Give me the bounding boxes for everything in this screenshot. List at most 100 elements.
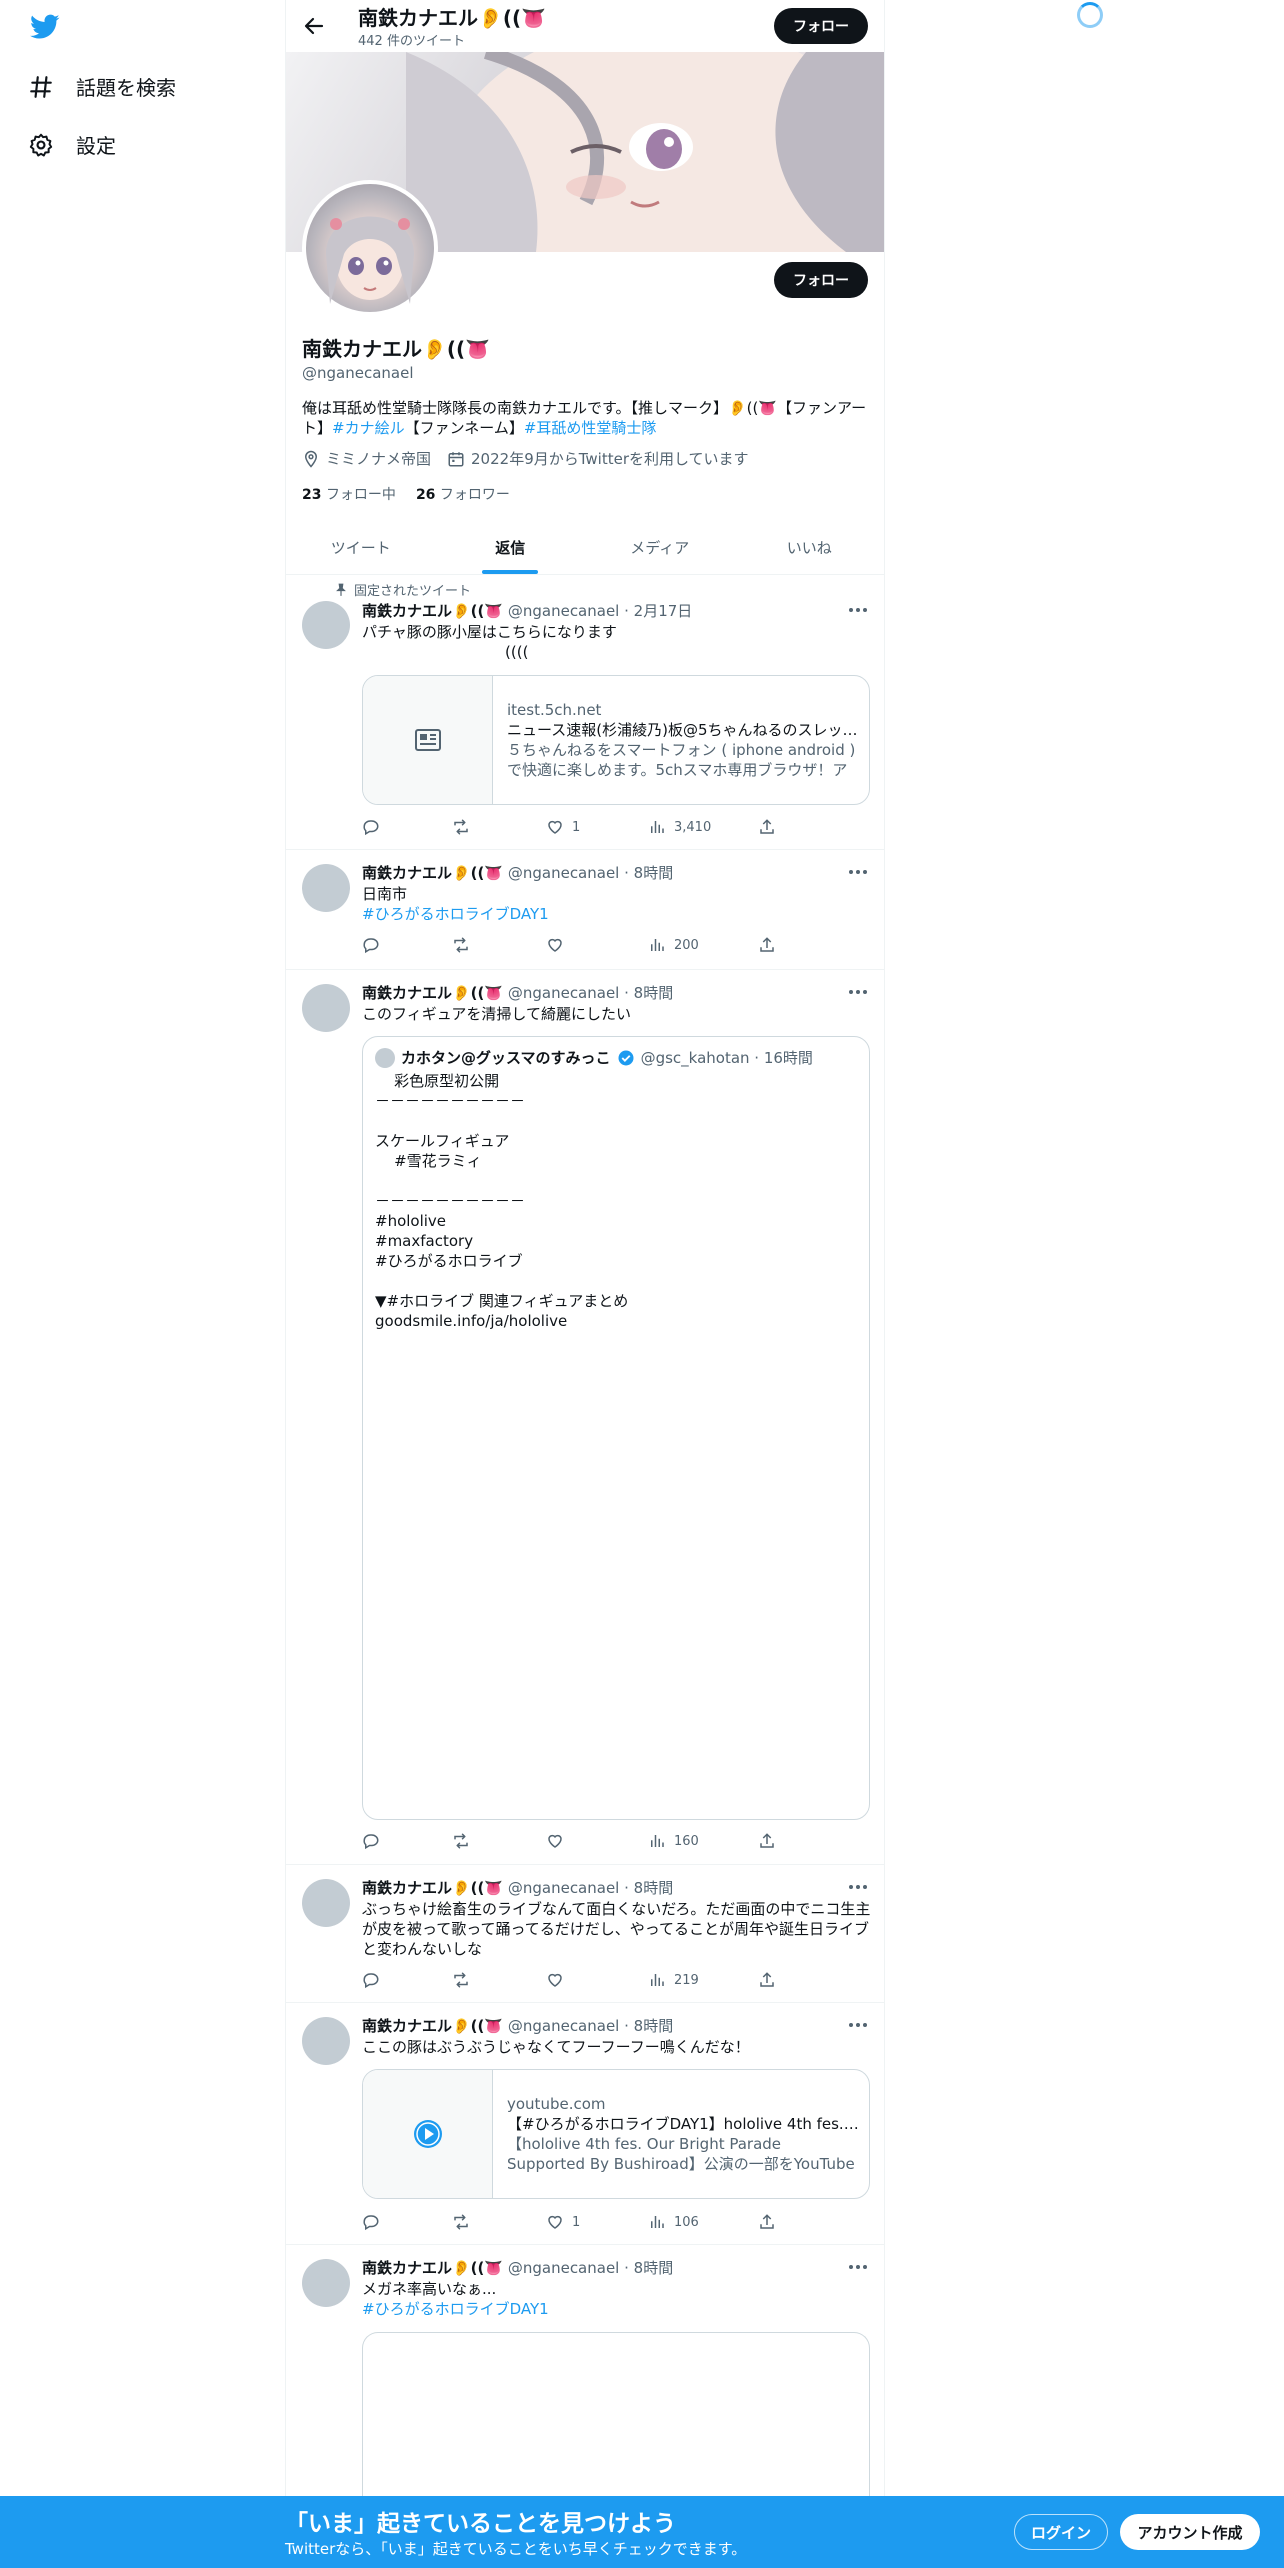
tweet-hashtag-link[interactable]: #ひろがるホロライブDAY1 [362, 904, 872, 924]
more-options-icon[interactable] [848, 990, 868, 994]
share-icon [760, 937, 774, 952]
like-count: 1 [572, 819, 581, 835]
heart-icon [548, 1834, 562, 1848]
reply-button[interactable] [362, 936, 380, 954]
back-arrow-icon[interactable] [302, 14, 326, 38]
quoted-tweet-text: 彩色原型初公開 －－－－－－－－－－ スケールフィギュア #雪花ラミィ －－－－… [375, 1072, 629, 1330]
tweet-handle-time[interactable]: @nganecanael · 8時間 [508, 2259, 673, 2277]
reply-button[interactable] [362, 818, 380, 836]
view-count: 160 [674, 1833, 699, 1849]
like-button[interactable] [546, 1832, 564, 1850]
share-icon [760, 819, 774, 834]
more-options-icon[interactable] [848, 2265, 868, 2269]
more-options-icon[interactable] [848, 1885, 868, 1889]
tweet-handle-time[interactable]: @nganecanael · 8時間 [508, 2017, 673, 2035]
profile-meta: ミミノナメ帝国 2022年9月からTwitterを利用しています [302, 448, 749, 469]
tweet-avatar[interactable] [302, 601, 350, 649]
views-chart-icon [651, 2216, 664, 2228]
more-options-icon[interactable] [848, 608, 868, 612]
article-icon [414, 729, 441, 751]
reply-button[interactable] [362, 2213, 380, 2231]
share-button[interactable] [758, 2213, 776, 2231]
tweet-author-name[interactable]: 南鉄カナエル👂((👅 [362, 602, 503, 620]
tweet-handle-time[interactable]: @nganecanael · 8時間 [508, 984, 673, 1002]
tweet-avatar[interactable] [302, 2017, 350, 2065]
login-button[interactable]: ログイン [1014, 2514, 1108, 2550]
tweet-author-name[interactable]: 南鉄カナエル👂((👅 [362, 864, 503, 882]
views-chart-icon [651, 821, 664, 833]
nav-explore[interactable]: 話題を検索 [28, 72, 176, 101]
twitter-bird-logo-icon[interactable] [30, 14, 60, 40]
tweet-handle-time[interactable]: @nganecanael · 8時間 [508, 864, 673, 882]
share-button[interactable] [758, 936, 776, 954]
tweet-item[interactable]: 南鉄カナエル👂((👅 @nganecanael · 2月17日 パチャ豚の豚小屋… [286, 575, 884, 850]
retweet-button[interactable] [452, 1971, 470, 1989]
views-button[interactable]: 160 [648, 1832, 699, 1850]
nav-explore-label: 話題を検索 [76, 76, 176, 100]
retweet-button[interactable] [452, 936, 470, 954]
header-follow-button[interactable]: フォロー [774, 8, 868, 44]
tweet-author-name[interactable]: 南鉄カナエル👂((👅 [362, 2017, 503, 2035]
share-icon [760, 1833, 774, 1848]
share-button[interactable] [758, 1832, 776, 1850]
like-button[interactable] [546, 1971, 564, 1989]
share-button[interactable] [758, 818, 776, 836]
like-button[interactable]: 1 [546, 2213, 580, 2231]
tweet-author-name[interactable]: 南鉄カナエル👂((👅 [362, 2259, 503, 2277]
calendar-icon [448, 451, 464, 466]
tab-likes[interactable]: いいね [735, 522, 885, 574]
retweet-icon [454, 1833, 468, 1849]
tab-replies[interactable]: 返信 [436, 522, 586, 574]
link-card[interactable]: itest.5ch.net ニュース速報(杉浦綾乃)板@5ちゃんねるのスレッド一… [362, 675, 870, 805]
bio-hashtag-link-1[interactable]: #カナ絵ル [332, 419, 405, 437]
reply-button[interactable] [362, 1971, 380, 1989]
tweet-handle-time[interactable]: @nganecanael · 2月17日 [508, 602, 692, 620]
views-button[interactable]: 106 [648, 2213, 699, 2231]
quoted-tweet[interactable]: カホタン@グッスマのすみっこ @gsc_kahotan · 16時間 彩色原型初… [362, 1036, 870, 1820]
tweet-handle-time[interactable]: @nganecanael · 8時間 [508, 1879, 673, 1897]
tweet-item[interactable]: 南鉄カナエル👂((👅 @nganecanael · 8時間 ここの豚はぶうぶうじ… [286, 2003, 884, 2245]
profile-bio: 俺は耳舐め性堂騎士隊隊長の南鉄カナエルです。【推しマーク】👂((👅【ファンアート… [302, 398, 872, 438]
tweet-avatar[interactable] [302, 2259, 350, 2307]
like-button[interactable]: 1 [546, 818, 580, 836]
signup-button[interactable]: アカウント作成 [1120, 2514, 1260, 2550]
tweet-avatar[interactable] [302, 1879, 350, 1927]
tweet-avatar[interactable] [302, 984, 350, 1032]
location-pin-icon [304, 450, 318, 468]
link-card-description: 【hololive 4th fes. Our Bright Parade Sup… [507, 2135, 855, 2173]
tab-media[interactable]: メディア [585, 522, 735, 574]
profile-location-text: ミミノナメ帝国 [326, 450, 432, 468]
retweet-button[interactable] [452, 2213, 470, 2231]
tweet-avatar[interactable] [302, 864, 350, 912]
tweet-header: 南鉄カナエル👂((👅 @nganecanael · 8時間 [362, 862, 673, 883]
reply-icon [363, 1973, 379, 1989]
tweet-item[interactable]: 南鉄カナエル👂((👅 @nganecanael · 8時間 ぶっちゃけ絵畜生のラ… [286, 1865, 884, 2003]
tweet-header: 南鉄カナエル👂((👅 @nganecanael · 8時間 [362, 982, 673, 1003]
tweet-author-name[interactable]: 南鉄カナエル👂((👅 [362, 984, 503, 1002]
bio-hashtag-link-2[interactable]: #耳舐め性堂騎士隊 [524, 419, 657, 437]
signup-prompt-title: 「いま」起きていることを見つけよう [285, 2511, 676, 2537]
views-button[interactable]: 219 [648, 1971, 699, 1989]
followers-label: フォロワー [439, 487, 510, 503]
like-button[interactable] [546, 936, 564, 954]
views-button[interactable]: 3,410 [648, 818, 711, 836]
more-options-icon[interactable] [848, 2023, 868, 2027]
retweet-button[interactable] [452, 1832, 470, 1850]
followers-link[interactable]: 26 フォロワー [416, 484, 510, 504]
tweet-text: パチャ豚の豚小屋はこちらになります (((( [362, 623, 617, 661]
profile-follow-button[interactable]: フォロー [774, 262, 868, 298]
tweet-author-name[interactable]: 南鉄カナエル👂((👅 [362, 1879, 503, 1897]
tweet-item[interactable]: 南鉄カナエル👂((👅 @nganecanael · 8時間 日南市 #ひろがるホ… [286, 850, 884, 970]
tweet-hashtag-link[interactable]: #ひろがるホロライブDAY1 [362, 2299, 872, 2319]
reply-icon [363, 938, 379, 954]
retweet-button[interactable] [452, 818, 470, 836]
share-button[interactable] [758, 1971, 776, 1989]
views-button[interactable]: 200 [648, 936, 699, 954]
nav-settings[interactable]: 設定 [28, 130, 116, 159]
tab-tweets[interactable]: ツイート [286, 522, 436, 574]
following-link[interactable]: 23 フォロー中 [302, 484, 396, 504]
more-options-icon[interactable] [848, 870, 868, 874]
link-card[interactable]: youtube.com 【#ひろがるホロライブDAY1】hololive 4th… [362, 2069, 870, 2199]
reply-button[interactable] [362, 1832, 380, 1850]
profile-avatar[interactable] [302, 180, 438, 316]
